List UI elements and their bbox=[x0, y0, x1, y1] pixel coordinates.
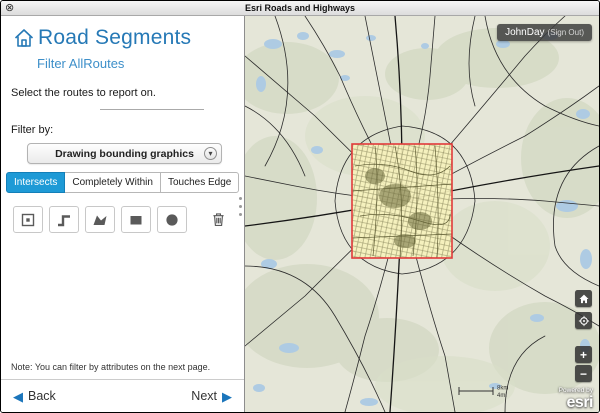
page-title: Road Segments bbox=[38, 26, 191, 50]
note-text: Note: You can filter by attributes on th… bbox=[11, 362, 234, 372]
home-extent-button[interactable] bbox=[575, 290, 592, 307]
polygon-icon bbox=[92, 212, 108, 228]
ellipse-icon bbox=[164, 212, 180, 228]
next-chevron-icon: ▶ bbox=[222, 390, 232, 403]
select-point-button[interactable] bbox=[13, 206, 43, 233]
map-controls: + − bbox=[575, 290, 592, 382]
draw-tools-toolbar bbox=[13, 206, 236, 233]
draw-ellipse-button[interactable] bbox=[157, 206, 187, 233]
draw-polygon-button[interactable] bbox=[85, 206, 115, 233]
selection-graphic bbox=[352, 144, 452, 258]
back-button[interactable]: ◀ Back bbox=[13, 389, 61, 403]
segment-intersects[interactable]: Intersects bbox=[6, 172, 65, 193]
filter-method-dropdown[interactable]: Drawing bounding graphics ▾ bbox=[27, 143, 222, 164]
zoom-out-button[interactable]: − bbox=[575, 365, 592, 382]
panel-resize-handle[interactable] bbox=[239, 194, 242, 218]
segment-completely-within[interactable]: Completely Within bbox=[64, 172, 161, 193]
next-label: Next bbox=[191, 389, 217, 403]
back-chevron-icon: ◀ bbox=[13, 390, 23, 403]
polyline-icon bbox=[56, 212, 72, 228]
close-icon[interactable]: ⊗ bbox=[5, 1, 14, 15]
left-panel: Road Segments Filter AllRoutes Select th… bbox=[1, 16, 245, 412]
app-window: ⊗ Esri Roads and Highways Road Segments … bbox=[0, 0, 600, 413]
clear-graphics-button[interactable] bbox=[203, 206, 233, 233]
spatial-filter-segmented-control: Intersects Completely Within Touches Edg… bbox=[6, 172, 239, 193]
segment-touches-edge[interactable]: Touches Edge bbox=[160, 172, 239, 193]
rectangle-icon bbox=[128, 212, 144, 228]
draw-polyline-button[interactable] bbox=[49, 206, 79, 233]
sign-out-link[interactable]: (Sign Out) bbox=[548, 28, 584, 37]
home-house-icon bbox=[13, 27, 35, 49]
svg-text:4mi: 4mi bbox=[497, 393, 507, 399]
basemap-canvas: 8km 4mi bbox=[245, 16, 599, 412]
chevron-down-icon[interactable]: ▾ bbox=[204, 147, 217, 160]
back-label: Back bbox=[28, 389, 56, 403]
user-name: JohnDay bbox=[505, 27, 544, 38]
map-view[interactable]: 8km 4mi JohnDay (Sign Out) bbox=[245, 16, 599, 412]
next-button[interactable]: Next ▶ bbox=[186, 389, 232, 403]
user-badge[interactable]: JohnDay (Sign Out) bbox=[497, 24, 592, 41]
trash-icon bbox=[210, 211, 227, 228]
svg-text:8km: 8km bbox=[497, 386, 508, 392]
select-point-icon bbox=[20, 212, 36, 228]
description-text: Select the routes to report on. bbox=[11, 87, 234, 99]
wizard-footer: ◀ Back Next ▶ bbox=[1, 379, 244, 412]
locate-button[interactable] bbox=[575, 312, 592, 329]
draw-rectangle-button[interactable] bbox=[121, 206, 151, 233]
zoom-in-button[interactable]: + bbox=[575, 346, 592, 363]
divider bbox=[100, 109, 204, 110]
page-subtitle: Filter AllRoutes bbox=[37, 56, 244, 71]
window-title: Esri Roads and Highways bbox=[245, 3, 355, 13]
filter-by-label: Filter by: bbox=[11, 124, 234, 136]
dropdown-selected-value: Drawing bounding graphics bbox=[55, 148, 194, 160]
title-bar: ⊗ Esri Roads and Highways bbox=[1, 1, 599, 16]
